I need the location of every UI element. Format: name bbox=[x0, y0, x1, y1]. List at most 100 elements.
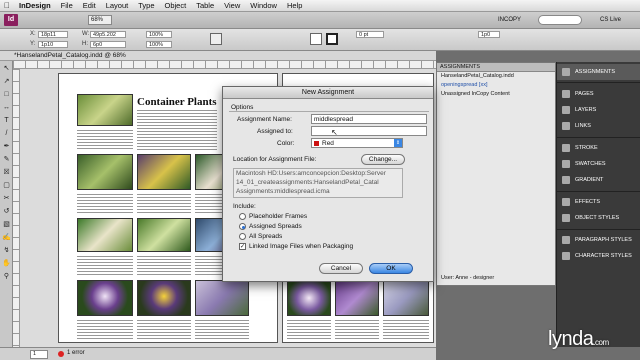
all-spreads-radio[interactable] bbox=[239, 233, 246, 240]
image-frame[interactable] bbox=[287, 280, 331, 316]
zoom-select[interactable]: 68% bbox=[88, 15, 112, 25]
dock-item-label: PAGES bbox=[575, 91, 594, 97]
pencil-tool-icon[interactable]: ✎ bbox=[1, 154, 12, 165]
gap-tool-icon[interactable]: ↔ bbox=[1, 102, 12, 113]
rectangle-frame-tool-icon[interactable]: ☒ bbox=[1, 167, 12, 178]
assignments-panel-header[interactable]: ASSIGNMENTS bbox=[437, 63, 555, 72]
menu-object[interactable]: Object bbox=[160, 1, 192, 10]
scale-x-field[interactable]: 100% bbox=[146, 31, 172, 38]
image-frame[interactable] bbox=[383, 280, 429, 316]
y-field[interactable]: 1p10 bbox=[38, 41, 68, 48]
menu-table[interactable]: Table bbox=[191, 1, 219, 10]
selection-tool-icon[interactable]: ↖ bbox=[1, 63, 12, 74]
stroke-weight-field[interactable]: 0 pt bbox=[356, 31, 384, 38]
fill-swatch-icon[interactable] bbox=[310, 33, 322, 45]
gradient-tool-icon[interactable]: ▧ bbox=[1, 219, 12, 230]
free-transform-tool-icon[interactable]: ↺ bbox=[1, 206, 12, 217]
assigned-spreads-radio[interactable] bbox=[239, 223, 246, 230]
assignment-name-input[interactable]: middlespread bbox=[311, 114, 427, 124]
menu-help[interactable]: Help bbox=[282, 1, 307, 10]
assigned-to-input[interactable] bbox=[311, 126, 427, 136]
zoom-tool-icon[interactable]: ⚲ bbox=[1, 271, 12, 282]
watermark-brand: lynda bbox=[548, 328, 594, 350]
ok-button[interactable]: OK bbox=[369, 263, 413, 274]
type-tool-icon[interactable]: T bbox=[1, 115, 12, 126]
scissors-tool-icon[interactable]: ✂ bbox=[1, 193, 12, 204]
vertical-ruler[interactable] bbox=[13, 69, 20, 347]
caption-frame[interactable] bbox=[77, 130, 133, 150]
cancel-button[interactable]: Cancel bbox=[319, 263, 363, 274]
page-number-field[interactable]: 1 bbox=[30, 350, 48, 359]
dock-item-paragraph-styles[interactable]: PARAGRAPH STYLES bbox=[557, 232, 640, 248]
image-frame[interactable] bbox=[137, 154, 191, 190]
menu-layout[interactable]: Layout bbox=[101, 1, 134, 10]
caption-frame[interactable] bbox=[77, 194, 133, 214]
menu-file[interactable]: File bbox=[56, 1, 78, 10]
stroke-swatch-icon[interactable] bbox=[326, 33, 338, 45]
image-frame[interactable] bbox=[137, 218, 191, 252]
pen-tool-icon[interactable]: ✒ bbox=[1, 141, 12, 152]
dock-item-label: SWATCHES bbox=[575, 161, 606, 167]
apple-icon[interactable]:  bbox=[0, 1, 14, 10]
assignment-row[interactable]: Unassigned InCopy Content bbox=[437, 90, 555, 99]
dock-item-character-styles[interactable]: CHARACTER STYLES bbox=[557, 248, 640, 264]
search-field[interactable] bbox=[538, 15, 582, 25]
dock-item-links[interactable]: LINKS bbox=[557, 118, 640, 134]
color-select[interactable]: Red ⇕ bbox=[311, 138, 403, 148]
hand-tool-icon[interactable]: ✋ bbox=[1, 258, 12, 269]
menu-indesign[interactable]: InDesign bbox=[14, 1, 56, 10]
caption-frame[interactable] bbox=[137, 320, 191, 340]
intro-text-frame[interactable] bbox=[137, 110, 217, 150]
h-field[interactable]: 6p0 bbox=[90, 41, 126, 48]
image-frame[interactable] bbox=[335, 280, 379, 316]
caption-frame[interactable] bbox=[195, 320, 249, 340]
caption-frame[interactable] bbox=[137, 256, 191, 276]
assignment-row[interactable]: openingspread [xx] bbox=[437, 81, 555, 90]
caption-frame[interactable] bbox=[77, 256, 133, 276]
image-frame[interactable] bbox=[137, 280, 191, 316]
dock-item-object-styles[interactable]: OBJECT STYLES bbox=[557, 210, 640, 226]
change-location-button[interactable]: Change... bbox=[361, 154, 405, 165]
eyedropper-tool-icon[interactable]: ↯ bbox=[1, 245, 12, 256]
image-frame[interactable] bbox=[77, 154, 133, 190]
image-frame[interactable] bbox=[195, 280, 249, 316]
linked-images-checkbox[interactable]: ✓ bbox=[239, 243, 246, 250]
caption-frame[interactable] bbox=[77, 320, 133, 340]
menu-type[interactable]: Type bbox=[133, 1, 159, 10]
caption-frame[interactable] bbox=[335, 320, 379, 340]
direct-selection-tool-icon[interactable]: ↗ bbox=[1, 76, 12, 87]
menu-window[interactable]: Window bbox=[245, 1, 282, 10]
caption-frame[interactable] bbox=[287, 320, 331, 340]
cs-live-button[interactable]: CS Live bbox=[600, 15, 636, 25]
image-frame[interactable] bbox=[77, 280, 133, 316]
image-frame[interactable] bbox=[77, 218, 133, 252]
caption-frame[interactable] bbox=[137, 194, 191, 214]
document-tab[interactable]: *HanselandPetal_Catalog.indd @ 68% bbox=[0, 51, 436, 61]
caption-frame[interactable] bbox=[383, 320, 429, 340]
menu-edit[interactable]: Edit bbox=[78, 1, 101, 10]
assignment-name-label: Assignment Name: bbox=[237, 116, 292, 123]
horizontal-ruler[interactable] bbox=[13, 61, 436, 69]
dock-item-stroke[interactable]: STROKE bbox=[557, 140, 640, 156]
assignment-doc-row[interactable]: HanselandPetal_Catalog.indd bbox=[437, 72, 555, 81]
line-tool-icon[interactable]: / bbox=[1, 128, 12, 139]
w-field[interactable]: 49p5.202 bbox=[90, 31, 126, 38]
dock-item-effects[interactable]: EFFECTS bbox=[557, 194, 640, 210]
rectangle-tool-icon[interactable]: ▢ bbox=[1, 180, 12, 191]
dock-item-assignments[interactable]: ASSIGNMENTS bbox=[557, 64, 640, 80]
dock-item-layers[interactable]: LAYERS bbox=[557, 102, 640, 118]
align-icon[interactable] bbox=[210, 33, 222, 45]
page-tool-icon[interactable]: □ bbox=[1, 89, 12, 100]
preflight-status[interactable]: 1 error bbox=[67, 350, 85, 356]
dock-item-pages[interactable]: PAGES bbox=[557, 86, 640, 102]
gutter-field[interactable]: 1p0 bbox=[478, 31, 500, 38]
dock-item-swatches[interactable]: SWATCHES bbox=[557, 156, 640, 172]
image-frame[interactable] bbox=[77, 94, 133, 126]
dock-item-gradient[interactable]: GRADIENT bbox=[557, 172, 640, 188]
placeholder-frames-radio[interactable] bbox=[239, 213, 246, 220]
workspace-switcher[interactable]: INCOPY bbox=[498, 15, 532, 25]
x-field[interactable]: 18p11 bbox=[38, 31, 68, 38]
note-tool-icon[interactable]: ✍ bbox=[1, 232, 12, 243]
scale-y-field[interactable]: 100% bbox=[146, 41, 172, 48]
menu-view[interactable]: View bbox=[219, 1, 245, 10]
